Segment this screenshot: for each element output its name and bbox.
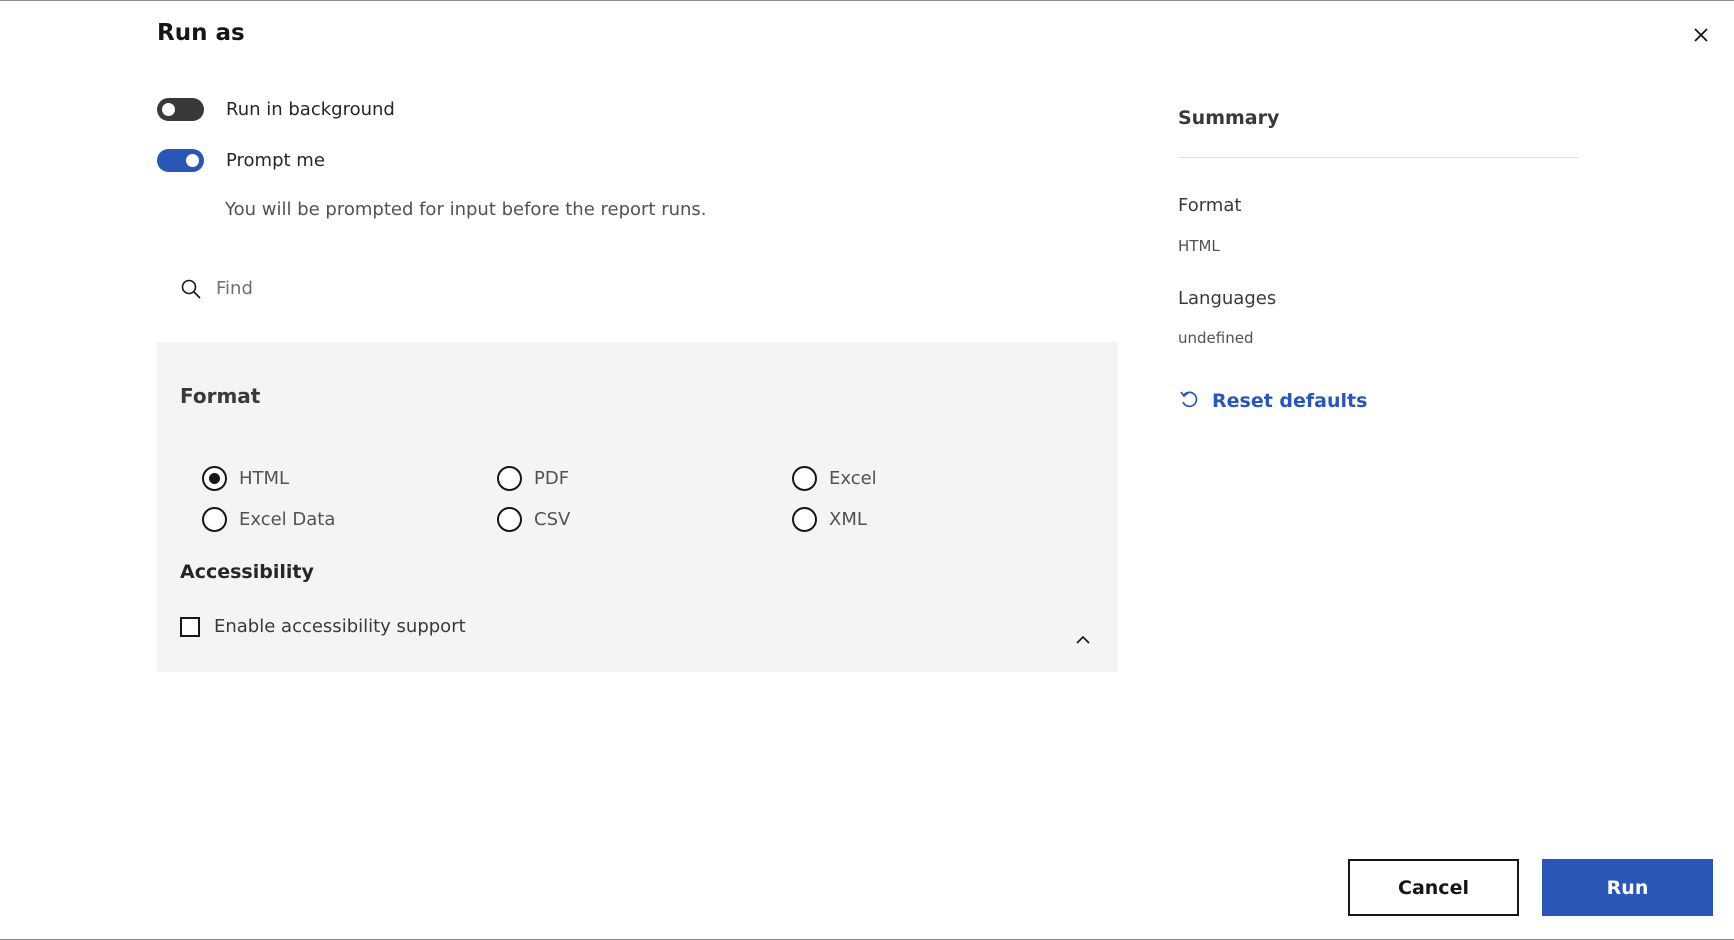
- summary-format-value: HTML: [1178, 237, 1220, 255]
- radio-circle: [202, 466, 227, 491]
- search-field: [157, 258, 1118, 319]
- radio-label: Excel: [829, 468, 877, 489]
- radio-circle: [497, 466, 522, 491]
- radio-label: CSV: [534, 509, 571, 530]
- radio-circle: [792, 507, 817, 532]
- toggle-knob: [186, 154, 199, 167]
- radio-label: XML: [829, 509, 867, 530]
- format-option-pdf[interactable]: PDF: [497, 466, 569, 491]
- options-panel: Format HTML PDF Excel Excel Data CSV XML…: [157, 342, 1118, 672]
- accessibility-checkbox[interactable]: Enable accessibility support: [180, 616, 466, 637]
- cancel-button[interactable]: Cancel: [1348, 859, 1519, 916]
- run-button[interactable]: Run: [1542, 859, 1713, 916]
- summary-title: Summary: [1178, 107, 1280, 129]
- reset-defaults-label: Reset defaults: [1212, 390, 1368, 412]
- prompt-me-row: Prompt me: [157, 149, 325, 172]
- summary-languages-value: undefined: [1178, 329, 1254, 347]
- radio-circle: [202, 507, 227, 532]
- reset-icon: [1178, 388, 1200, 414]
- summary-languages-label: Languages: [1178, 288, 1277, 309]
- close-icon[interactable]: [1686, 20, 1716, 50]
- format-option-csv[interactable]: CSV: [497, 507, 570, 532]
- prompt-me-label: Prompt me: [226, 150, 325, 171]
- format-option-excel[interactable]: Excel: [792, 466, 877, 491]
- radio-circle: [497, 507, 522, 532]
- toggle-knob: [162, 103, 175, 116]
- radio-label: HTML: [239, 468, 290, 489]
- radio-label: Excel Data: [239, 509, 336, 530]
- reset-defaults-link[interactable]: Reset defaults: [1178, 388, 1367, 414]
- prompt-me-toggle[interactable]: [157, 149, 204, 172]
- prompt-helper-text: You will be prompted for input before th…: [225, 199, 707, 220]
- format-option-html[interactable]: HTML: [202, 466, 289, 491]
- format-option-excel-data[interactable]: Excel Data: [202, 507, 335, 532]
- accessibility-checkbox-label: Enable accessibility support: [214, 616, 466, 637]
- run-in-background-label: Run in background: [226, 99, 395, 120]
- summary-format-label: Format: [1178, 195, 1242, 216]
- summary-divider: [1178, 157, 1578, 158]
- search-input[interactable]: [214, 277, 1098, 300]
- dialog-title: Run as: [157, 20, 245, 46]
- format-option-xml[interactable]: XML: [792, 507, 867, 532]
- search-icon: [180, 278, 202, 300]
- checkbox-box: [180, 616, 200, 637]
- run-in-background-toggle[interactable]: [157, 98, 204, 121]
- top-border: [0, 0, 1734, 1]
- radio-circle: [792, 466, 817, 491]
- chevron-up-icon[interactable]: [1073, 630, 1093, 650]
- format-section-title: Format: [180, 384, 261, 408]
- run-in-background-row: Run in background: [157, 98, 395, 121]
- radio-label: PDF: [534, 468, 570, 489]
- accessibility-section-title: Accessibility: [180, 561, 314, 583]
